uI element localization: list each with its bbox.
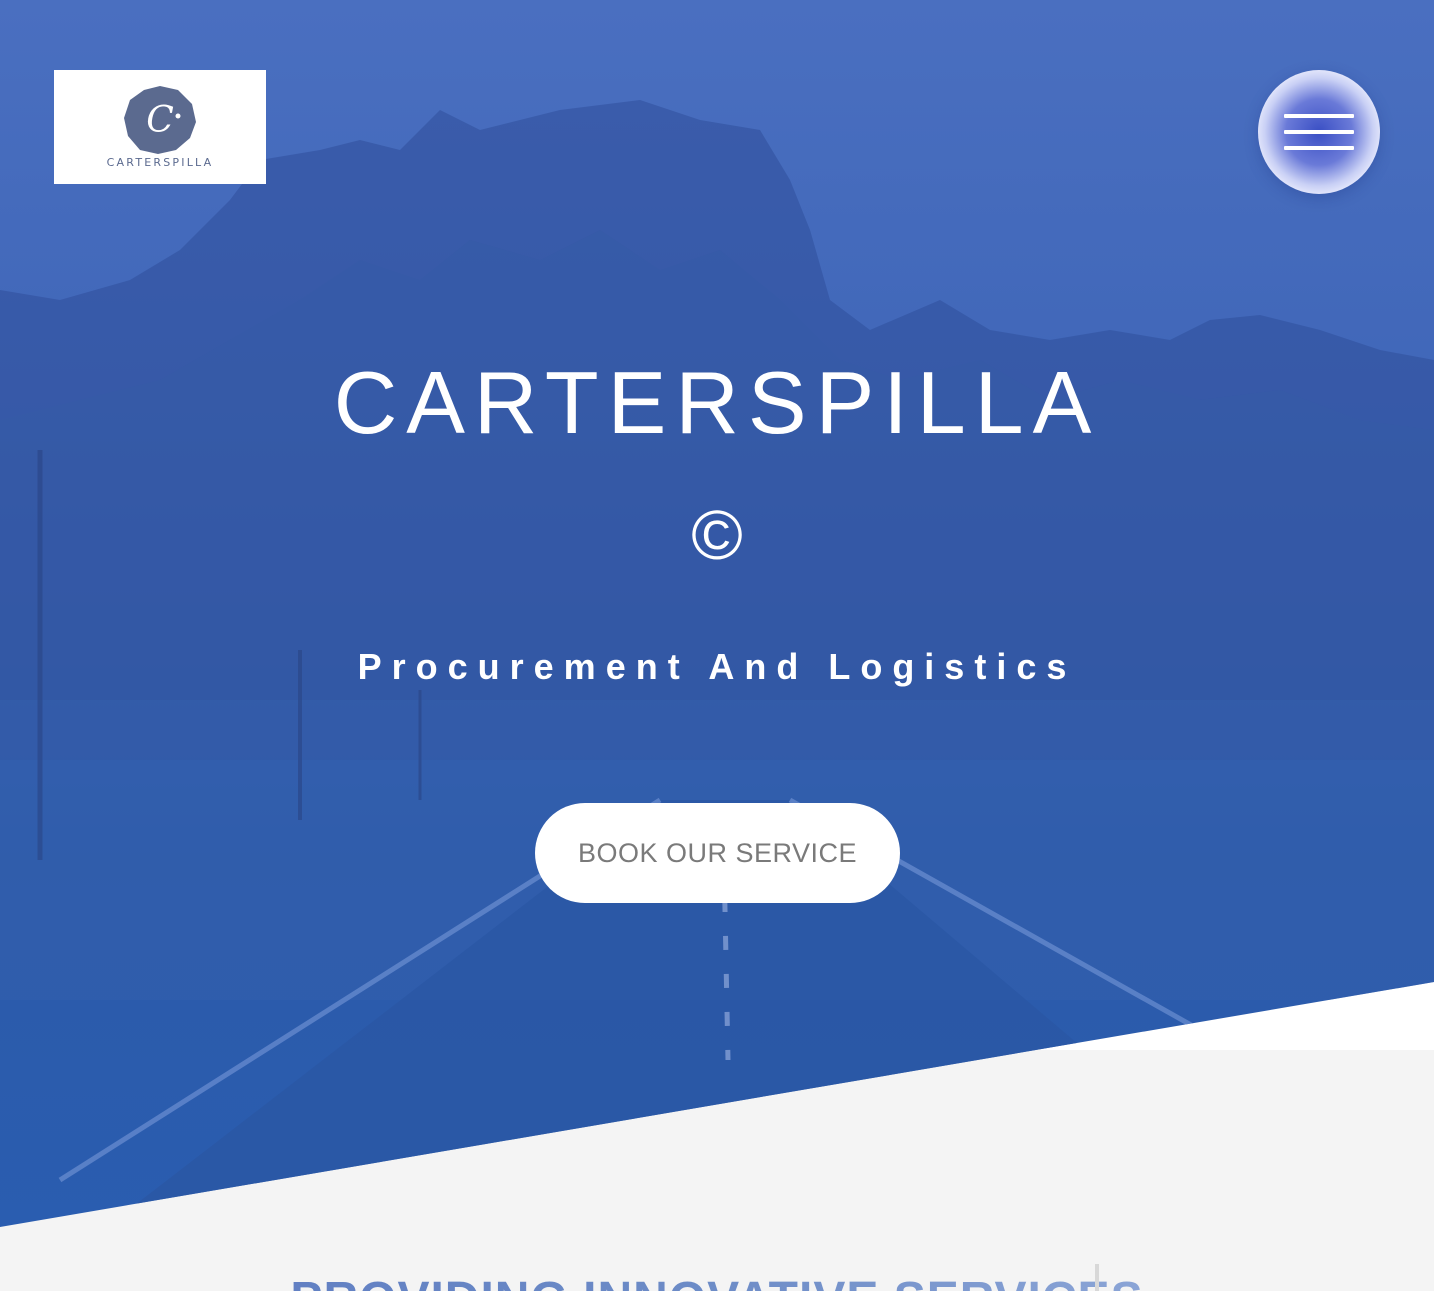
hamburger-icon-bar-middle xyxy=(1284,130,1354,134)
hero-title: CARTERSPILLA xyxy=(333,353,1101,452)
services-heading: PROVIDING INNOVATIVE SERVICES xyxy=(0,1270,1434,1291)
logo-brand-text: CARTERSPILLA xyxy=(106,156,214,169)
hamburger-menu-button[interactable] xyxy=(1258,70,1380,194)
hamburger-icon-bar-top xyxy=(1284,114,1354,118)
copyright-symbol: © xyxy=(691,496,743,574)
svg-text:C: C xyxy=(146,100,174,141)
hamburger-icon-bar-bottom xyxy=(1284,146,1354,150)
book-service-button[interactable]: BOOK OUR SERVICE xyxy=(535,803,900,903)
landing-page: C CARTERSPILLA CARTERSPILLA © Procuremen… xyxy=(0,0,1434,1291)
logo-mark-icon: C xyxy=(124,86,196,154)
heading-divider xyxy=(1095,1264,1099,1291)
hero-subtitle: Procurement And Logistics xyxy=(357,646,1077,687)
site-logo[interactable]: C CARTERSPILLA xyxy=(54,70,266,184)
